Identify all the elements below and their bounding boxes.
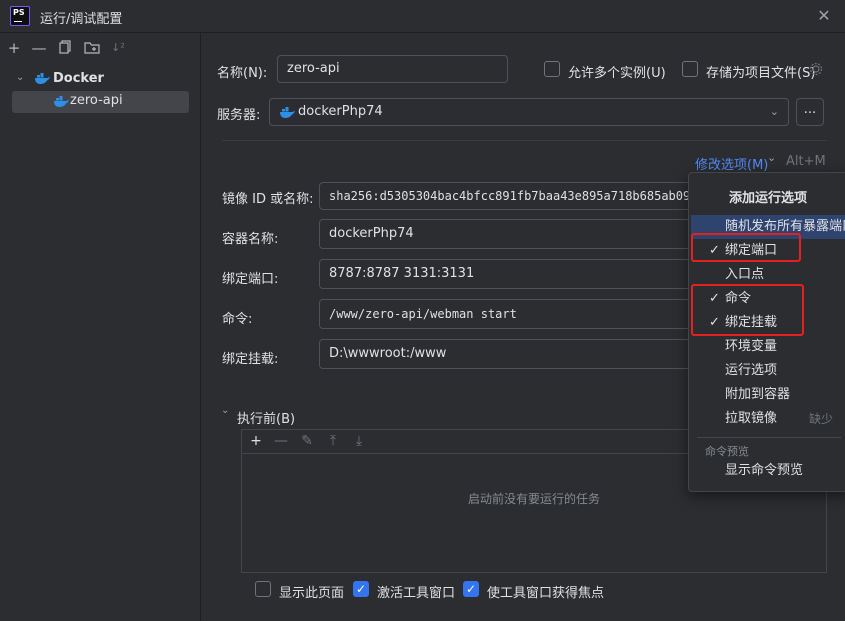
chevron-down-icon[interactable]: ⌄	[221, 405, 229, 416]
menu-item-label: 附加到容器	[725, 387, 791, 402]
menu-item-label: 随机发布所有暴露端口	[725, 219, 845, 234]
window-title: 运行/调试配置	[40, 12, 123, 27]
container-name-input[interactable]: dockerPhp74	[319, 219, 699, 249]
menu-item-label: 显示命令预览	[725, 463, 804, 478]
image-input[interactable]: sha256:d5305304bac4bfcc891fb7baa43e895a7…	[319, 182, 699, 210]
ports-input[interactable]: 8787:8787 3131:3131	[319, 259, 699, 289]
edit-task-icon[interactable]: ✎	[299, 433, 315, 449]
command-label: 命令:	[222, 312, 253, 327]
tree-item-zero-api[interactable]: zero-api	[12, 91, 189, 113]
popup-title: 添加运行选项	[728, 191, 807, 206]
name-label: 名称(N):	[217, 66, 268, 81]
allow-multiple-label: 允许多个实例(U)	[568, 66, 666, 81]
config-tree-panel: + — ↓² ⌄ Docker zero-api	[0, 33, 201, 621]
show-page-label: 显示此页面	[279, 586, 345, 601]
title-bar: PS 运行/调试配置 ✕	[0, 0, 845, 33]
menu-item-attach-container[interactable]: 附加到容器	[691, 383, 845, 407]
modify-options-shortcut: Alt+M	[786, 154, 826, 169]
server-label: 服务器:	[217, 108, 261, 123]
menu-item-label: 入口点	[725, 267, 765, 282]
copy-icon[interactable]	[58, 40, 74, 56]
container-name-label: 容器名称:	[222, 232, 279, 247]
empty-tasks-message: 启动前没有要运行的任务	[467, 492, 600, 506]
close-icon[interactable]: ✕	[815, 7, 833, 25]
remove-task-icon[interactable]: —	[273, 433, 289, 449]
menu-item-label: 拉取镜像	[725, 411, 778, 426]
tree-item-label: zero-api	[70, 93, 123, 108]
add-icon[interactable]: +	[6, 40, 22, 56]
divider	[222, 140, 827, 141]
gear-icon[interactable]	[809, 62, 823, 76]
remove-icon[interactable]: —	[31, 40, 47, 56]
menu-item-pull-image[interactable]: 拉取镜像 缺少	[691, 407, 845, 431]
image-label: 镜像 ID 或名称:	[222, 192, 314, 207]
highlight-box-bind-ports	[691, 233, 801, 262]
show-page-checkbox[interactable]	[255, 581, 271, 597]
popup-group-label: 命令预览	[705, 445, 749, 458]
docker-icon	[280, 107, 295, 119]
sort-icon[interactable]: ↓²	[110, 40, 126, 56]
menu-item-env-vars[interactable]: 环境变量	[691, 335, 845, 359]
docker-icon	[35, 73, 50, 85]
popup-divider	[697, 437, 841, 438]
command-input[interactable]: /www/zero-api/webman start	[319, 299, 699, 329]
move-down-icon[interactable]: ⤓	[351, 433, 367, 449]
logo-text: PS	[13, 8, 25, 17]
menu-item-label: 环境变量	[725, 339, 778, 354]
menu-item-show-command-preview[interactable]: 显示命令预览	[691, 459, 845, 483]
chevron-down-icon[interactable]: ⌄	[16, 72, 24, 83]
docker-icon	[54, 96, 69, 108]
tree-toolbar: + — ↓²	[0, 33, 201, 63]
server-more-button[interactable]: ...	[796, 98, 824, 126]
allow-multiple-checkbox[interactable]	[544, 61, 560, 77]
store-as-file-label: 存储为项目文件(S)	[706, 66, 816, 81]
activate-tool-window-checkbox[interactable]: ✓	[353, 581, 369, 597]
new-folder-icon[interactable]	[84, 40, 100, 56]
chevron-down-icon: ⌄	[767, 151, 777, 164]
tree-group-docker[interactable]: ⌄ Docker	[12, 69, 192, 91]
mounts-label: 绑定挂载:	[222, 352, 279, 367]
menu-item-label: 运行选项	[725, 363, 778, 378]
modify-options-link[interactable]: 修改选项(M)	[695, 154, 768, 173]
before-launch-label[interactable]: 执行前(B)	[237, 408, 295, 427]
add-task-icon[interactable]: +	[248, 433, 264, 449]
focus-tool-window-label: 使工具窗口获得焦点	[487, 586, 605, 601]
move-up-icon[interactable]: ⤒	[325, 433, 341, 449]
phpstorm-logo-icon: PS	[10, 6, 30, 26]
docker-group-label: Docker	[53, 71, 104, 86]
highlight-box-command-mounts	[691, 284, 804, 336]
name-input[interactable]: zero-api	[277, 55, 508, 83]
store-as-file-checkbox[interactable]	[682, 61, 698, 77]
mounts-input[interactable]: D:\wwwroot:/www	[319, 339, 699, 369]
focus-tool-window-checkbox[interactable]: ✓	[463, 581, 479, 597]
server-select[interactable]: dockerPhp74 ⌄	[269, 98, 789, 126]
activate-tool-window-label: 激活工具窗口	[377, 586, 456, 601]
menu-item-run-options[interactable]: 运行选项	[691, 359, 845, 383]
chevron-down-icon: ⌄	[769, 105, 779, 118]
server-value: dockerPhp74	[298, 104, 383, 119]
ports-label: 绑定端口:	[222, 272, 279, 287]
menu-item-hint: 缺少	[808, 412, 833, 426]
